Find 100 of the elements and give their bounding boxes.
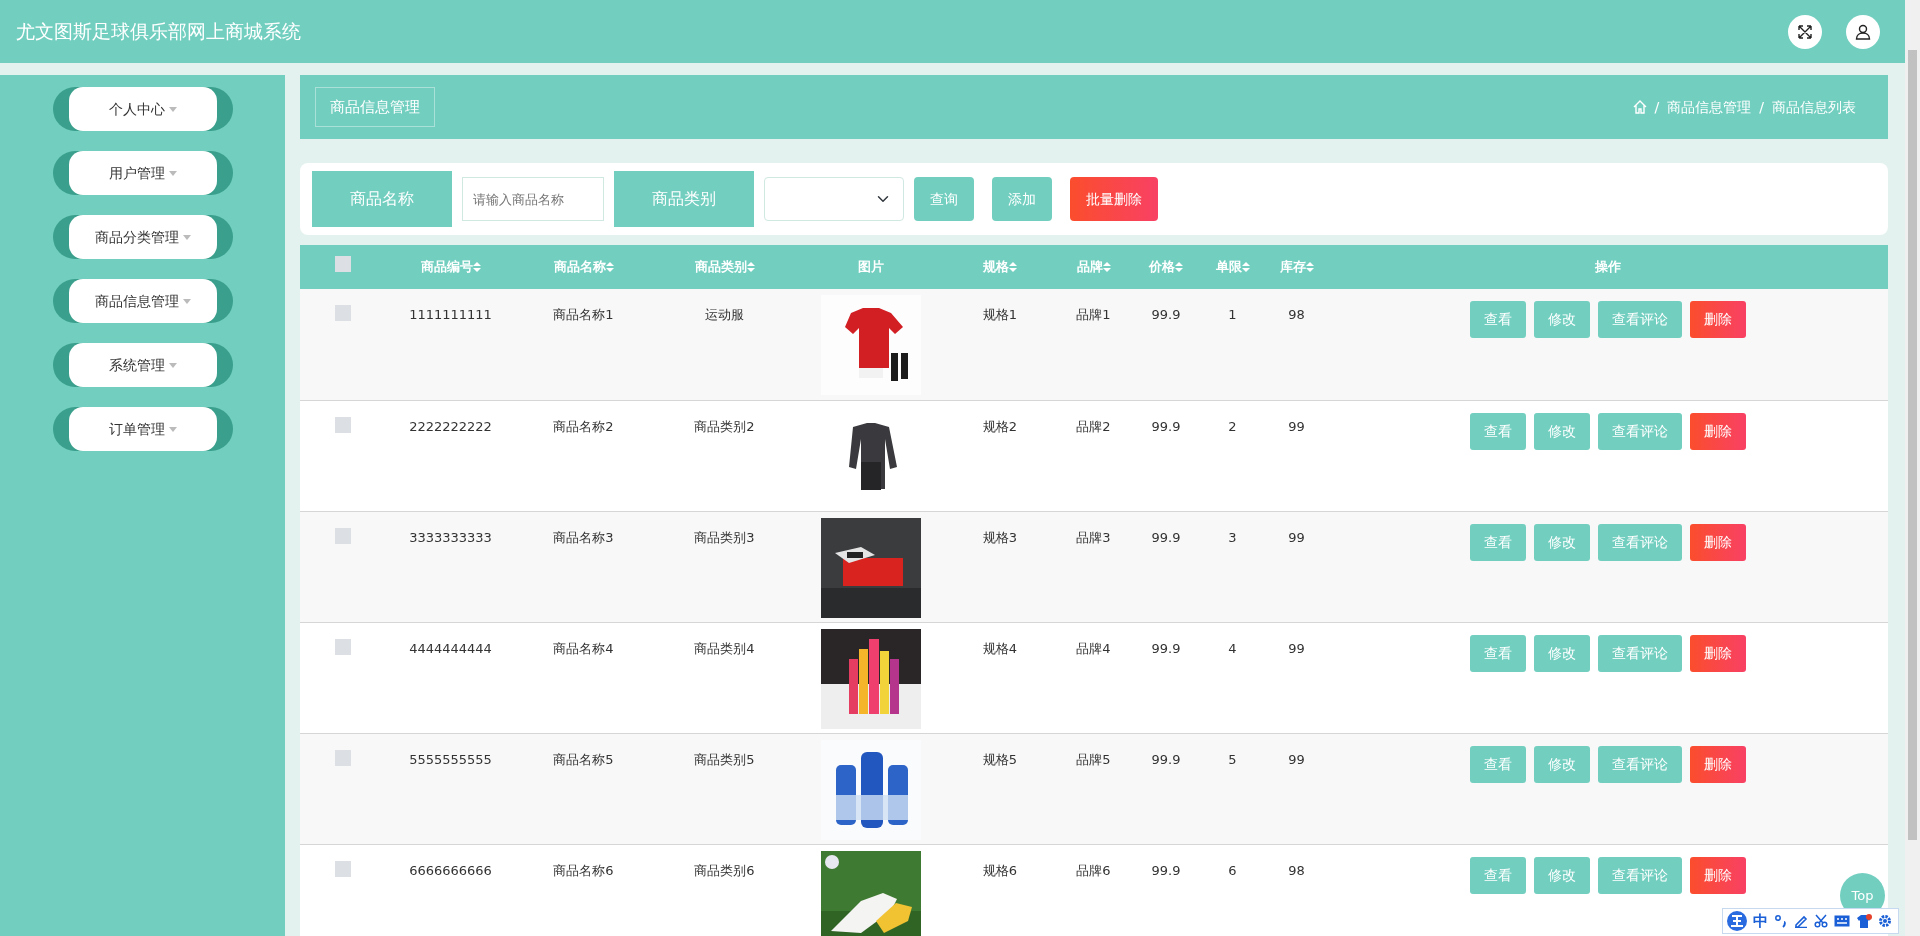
table-cell: 4444444444 [409, 640, 492, 656]
sort-icon[interactable] [746, 262, 755, 272]
table-cell: 规格3 [982, 529, 1018, 545]
sidebar-item[interactable]: 系统管理 [53, 343, 233, 387]
caret-icon [169, 426, 177, 432]
edit-button[interactable]: 修改 [1534, 301, 1590, 338]
search-field[interactable]: 请输入商品名称 [462, 177, 604, 221]
view-button[interactable]: 查看 [1470, 634, 1526, 672]
table-cell: 品牌3 [1076, 529, 1111, 545]
view-button[interactable]: 查看 [1470, 301, 1526, 338]
table-cell: 2222222222 [409, 418, 492, 434]
column-header[interactable]: 商品类别 [694, 257, 755, 277]
delete-button[interactable]: 删除 [1690, 523, 1746, 561]
sort-icon[interactable] [605, 262, 614, 272]
row-checkbox[interactable] [335, 638, 351, 655]
punctuation-icon[interactable] [1774, 914, 1788, 928]
table-cell: 99.9 [1151, 862, 1181, 878]
sidebar-item[interactable]: 商品信息管理 [53, 279, 233, 323]
fullscreen-button[interactable] [1788, 14, 1822, 49]
table-cell: 商品名称3 [553, 529, 614, 545]
sidebar-item[interactable]: 订单管理 [53, 407, 233, 451]
edit-button[interactable]: 修改 [1534, 634, 1590, 672]
table-cell: 99.9 [1151, 751, 1181, 767]
edit-button[interactable]: 修改 [1534, 412, 1590, 450]
table-cell: 运动服 [705, 307, 744, 322]
delete-button[interactable]: 删除 [1690, 745, 1746, 783]
user-button[interactable] [1846, 14, 1880, 49]
settings-icon[interactable] [1878, 914, 1892, 928]
column-header: 图片 [858, 258, 884, 277]
table-cell: 品牌1 [1076, 307, 1111, 322]
edit-button[interactable]: 修改 [1534, 745, 1590, 783]
view-button[interactable]: 查看 [1470, 523, 1526, 561]
field-label: 商品名称 [312, 171, 452, 227]
row-checkbox[interactable] [335, 860, 351, 877]
table-cell: 99 [1288, 751, 1305, 767]
shirt-icon[interactable] [1856, 913, 1872, 929]
sort-icon[interactable] [472, 262, 481, 272]
sidebar-item[interactable]: 个人中心 [53, 87, 233, 131]
scrollbar-thumb[interactable] [1908, 50, 1917, 840]
delete-button[interactable]: 删除 [1690, 301, 1746, 338]
table-cell: 1 [1228, 307, 1237, 322]
row-checkbox[interactable] [335, 305, 351, 321]
table-cell: 99.9 [1151, 307, 1181, 322]
delete-button[interactable]: 删除 [1690, 412, 1746, 450]
view-comments-button[interactable]: 查看评论 [1598, 301, 1682, 338]
table-cell: 3333333333 [409, 529, 492, 545]
view-button[interactable]: 查看 [1470, 745, 1526, 783]
search-button[interactable]: 查询 [914, 177, 974, 221]
table-cell: 99 [1288, 640, 1305, 656]
table-cell: 商品名称4 [553, 640, 614, 656]
table-cell: 规格2 [982, 418, 1018, 434]
view-comments-button[interactable]: 查看评论 [1598, 412, 1682, 450]
sidebar-item[interactable]: 商品分类管理 [53, 215, 233, 259]
scissors-icon[interactable] [1814, 914, 1828, 928]
table-cell: 99.9 [1151, 529, 1181, 545]
pen-icon[interactable] [1794, 914, 1808, 928]
sort-icon[interactable] [1305, 262, 1314, 272]
edit-button[interactable]: 修改 [1534, 856, 1590, 894]
category-select[interactable] [764, 177, 904, 221]
row-checkbox[interactable] [335, 416, 351, 433]
page-title: 商品信息管理 [315, 86, 435, 128]
delete-button[interactable]: 删除 [1690, 856, 1746, 894]
table-cell: 商品名称5 [553, 751, 614, 767]
sort-icon[interactable] [1009, 262, 1017, 272]
row-checkbox[interactable] [335, 749, 351, 766]
view-comments-button[interactable]: 查看评论 [1598, 523, 1682, 561]
view-comments-button[interactable]: 查看评论 [1598, 856, 1682, 894]
sidebar-item[interactable]: 用户管理 [53, 151, 233, 195]
home-icon[interactable] [1632, 100, 1647, 114]
row-checkbox[interactable] [335, 527, 351, 544]
table-cell: 6 [1228, 862, 1237, 878]
sort-icon[interactable] [1175, 262, 1183, 272]
select-all-checkbox[interactable] [335, 256, 351, 273]
add-button[interactable]: 添加 [992, 177, 1052, 221]
breadcrumb-link[interactable]: 商品信息管理 [1667, 96, 1752, 118]
input-mode-label[interactable]: 中 [1753, 909, 1768, 933]
view-button[interactable]: 查看 [1470, 856, 1526, 894]
user-icon [1855, 23, 1871, 40]
delete-button[interactable]: 删除 [1690, 634, 1746, 672]
sort-icon[interactable] [1102, 262, 1111, 272]
view-comments-button[interactable]: 查看评论 [1598, 634, 1682, 672]
table-cell: 品牌2 [1076, 418, 1111, 434]
table-cell: 5555555555 [409, 751, 492, 767]
caret-icon [169, 106, 177, 112]
keyboard-icon[interactable] [1834, 915, 1850, 927]
edit-button[interactable]: 修改 [1534, 523, 1590, 561]
table-cell: 99.9 [1151, 640, 1181, 656]
view-comments-button[interactable]: 查看评论 [1598, 745, 1682, 783]
table-cell: 4 [1228, 640, 1237, 656]
caret-icon [183, 298, 191, 304]
table-cell: 商品类别3 [694, 529, 755, 545]
table-cell: 99 [1288, 418, 1305, 434]
column-header[interactable]: 规格 [983, 257, 1017, 277]
batch-delete-button[interactable]: 批量删除 [1070, 177, 1158, 221]
view-button[interactable]: 查看 [1470, 412, 1526, 450]
expand-icon [1797, 23, 1813, 40]
table-cell: 1111111111 [409, 307, 492, 322]
ime-logo-icon[interactable] [1727, 911, 1747, 931]
sort-icon[interactable] [1241, 262, 1250, 272]
table-cell: 规格4 [982, 640, 1018, 656]
